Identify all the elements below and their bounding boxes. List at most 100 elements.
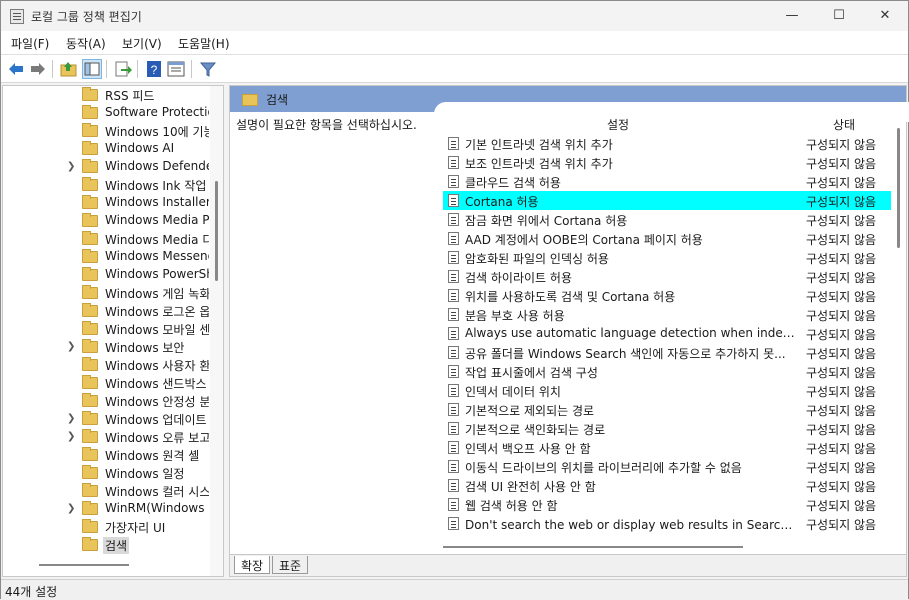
expand-chevron-icon[interactable]: ❯ [67,413,75,424]
setting-row[interactable]: 이동식 드라이브의 위치를 라이브러리에 추가할 수 없음 구성되지 않음 [443,457,891,476]
tree-item[interactable]: Windows 안정성 분 [3,392,223,410]
export-list-button[interactable] [113,59,133,79]
setting-row[interactable]: Cortana 허용 구성되지 않음 [443,191,891,210]
setting-row[interactable]: AAD 계정에서 OOBE의 Cortana 페이지 허용 구성되지 않음 [443,229,891,248]
setting-row[interactable]: 암호화된 파일의 인덱싱 허용 구성되지 않음 [443,248,891,267]
tree-item[interactable]: Software Protection [3,104,223,122]
expand-chevron-icon[interactable]: ❯ [67,503,75,514]
filter-button[interactable] [198,59,218,79]
policy-setting-icon [448,213,459,226]
setting-name: 클라우드 검색 허용 [465,176,561,190]
setting-row[interactable]: 작업 표시줄에서 검색 구성 구성되지 않음 [443,362,891,381]
tree-item[interactable]: Windows 모바일 센 [3,320,223,338]
column-header-setting[interactable]: 설정 [607,116,629,133]
tree-item-label: Windows 게임 녹화 [105,287,209,301]
tree-item-label: Windows 업데이트 [105,413,207,427]
tree-item[interactable]: ❯ Windows 오류 보고 [3,428,223,446]
tree-item[interactable]: Windows Media Pla [3,212,223,230]
menu-action[interactable]: 동작(A) [66,35,106,52]
tree-item[interactable]: Windows 게임 녹화 [3,284,223,302]
expand-chevron-icon[interactable]: ❯ [67,431,75,442]
close-button[interactable]: ✕ [862,1,908,31]
tree-item[interactable]: RSS 피드 [3,86,223,104]
tree-item[interactable]: Windows Messenge [3,248,223,266]
tree-item[interactable]: Windows 컬러 시스 [3,482,223,500]
back-button[interactable] [6,59,26,79]
setting-row[interactable]: 위치를 사용하도록 검색 및 Cortana 허용 구성되지 않음 [443,286,891,305]
setting-state: 구성되지 않음 [806,499,877,513]
setting-row[interactable]: 잠금 화면 위에서 Cortana 허용 구성되지 않음 [443,210,891,229]
tree-item[interactable]: Windows 일정 [3,464,223,482]
tree-item[interactable]: Windows Installer [3,194,223,212]
tree-item[interactable]: Windows PowerShe [3,266,223,284]
setting-row[interactable]: 검색 UI 완전히 사용 안 함 구성되지 않음 [443,476,891,495]
tree-item[interactable]: 가장자리 UI [3,518,223,536]
tree-scroll-thumb[interactable] [215,181,218,281]
show-hide-tree-button[interactable] [82,59,102,79]
menu-help[interactable]: 도움말(H) [178,35,230,52]
tab-standard[interactable]: 표준 [272,556,309,574]
setting-row[interactable]: 기본적으로 색인화되는 경로 구성되지 않음 [443,419,891,438]
menu-view[interactable]: 보기(V) [122,35,162,52]
minimize-button[interactable]: — [769,1,815,31]
folder-icon [82,123,98,137]
menu-bar: 파일(F) 동작(A) 보기(V) 도움말(H) [1,31,908,55]
setting-row[interactable]: 인덱서 백오프 사용 안 함 구성되지 않음 [443,438,891,457]
maximize-button[interactable]: ☐ [816,1,862,31]
settings-pane: 검색 설명이 필요한 항목을 선택하십시오. 설정 상태 기본 인트라넷 검색 … [229,85,909,577]
tree-item[interactable]: ❯ Windows Defender [3,158,223,176]
expand-chevron-icon[interactable]: ❯ [67,341,75,352]
expand-chevron-icon[interactable]: ❯ [67,161,75,172]
close-icon: ✕ [879,8,891,23]
title-bar[interactable]: 로컬 그룹 정책 편집기 — ☐ ✕ [1,1,908,31]
maximize-icon: ☐ [833,8,845,23]
list-scroll-thumb[interactable] [897,128,900,248]
help-button[interactable]: ? [144,59,164,79]
tree-item[interactable]: Windows AI [3,140,223,158]
folder-icon [82,321,98,335]
window-title: 로컬 그룹 정책 편집기 [31,10,142,24]
setting-row[interactable]: Don't search the web or display web resu… [443,514,891,533]
tree-item[interactable]: ❯ Windows 보안 [3,338,223,356]
tree-item[interactable]: Windows 로그온 옵 [3,302,223,320]
setting-state: 구성되지 않음 [806,328,877,342]
tree-item-label: RSS 피드 [105,89,155,103]
tree-item[interactable]: Windows Ink 작업 [3,176,223,194]
tree-item[interactable]: Windows 샌드박스 [3,374,223,392]
setting-row[interactable]: 클라우드 검색 허용 구성되지 않음 [443,172,891,191]
folder-icon [82,141,98,155]
list-vertical-scrollbar[interactable] [893,122,905,542]
up-folder-button[interactable] [59,59,79,79]
tree-item[interactable]: 검색 [3,536,223,554]
tree-item[interactable]: Windows Media 디 [3,230,223,248]
setting-row[interactable]: 인덱서 데이터 위치 구성되지 않음 [443,381,891,400]
tree-vertical-scrollbar[interactable] [210,86,223,576]
tab-extended[interactable]: 확장 [234,556,271,574]
tree-item[interactable]: Windows 사용자 환 [3,356,223,374]
minimize-icon: — [785,8,799,23]
setting-row[interactable]: 보조 인트라넷 검색 위치 추가 구성되지 않음 [443,153,891,172]
list-horizontal-scrollbar[interactable] [443,546,743,548]
setting-row[interactable]: 웹 검색 허용 안 함 구성되지 않음 [443,495,891,514]
tree-item[interactable]: Windows 원격 셸 [3,446,223,464]
tree-item[interactable]: ❯ WinRM(Windows R [3,500,223,518]
setting-row[interactable]: 검색 하이라이트 허용 구성되지 않음 [443,267,891,286]
toolbar-separator [191,60,192,78]
folder-icon [82,105,98,119]
tree-item[interactable]: ❯ Windows 업데이트 [3,410,223,428]
forward-button[interactable] [28,59,48,79]
properties-button[interactable] [166,59,186,79]
tree-item-label: Windows Installer [105,195,209,209]
policy-tree[interactable]: RSS 피드 Software Protection Windows 10에 기능 W… [2,85,224,577]
setting-row[interactable]: 공유 폴더를 Windows Search 색인에 자동으로 추가하지 못...… [443,343,891,362]
column-header-state[interactable]: 상태 [833,116,855,133]
menu-file[interactable]: 파일(F) [11,35,49,52]
tree-item-label: Windows 보안 [105,341,185,355]
policy-setting-icon [448,441,459,454]
tree-item[interactable]: Windows 10에 기능 [3,122,223,140]
setting-row[interactable]: 기본적으로 제외되는 경로 구성되지 않음 [443,400,891,419]
tree-horizontal-scrollbar[interactable] [39,564,129,566]
setting-row[interactable]: Always use automatic language detection … [443,324,891,343]
setting-row[interactable]: 분음 부호 사용 허용 구성되지 않음 [443,305,891,324]
setting-row[interactable]: 기본 인트라넷 검색 위치 추가 구성되지 않음 [443,134,891,153]
